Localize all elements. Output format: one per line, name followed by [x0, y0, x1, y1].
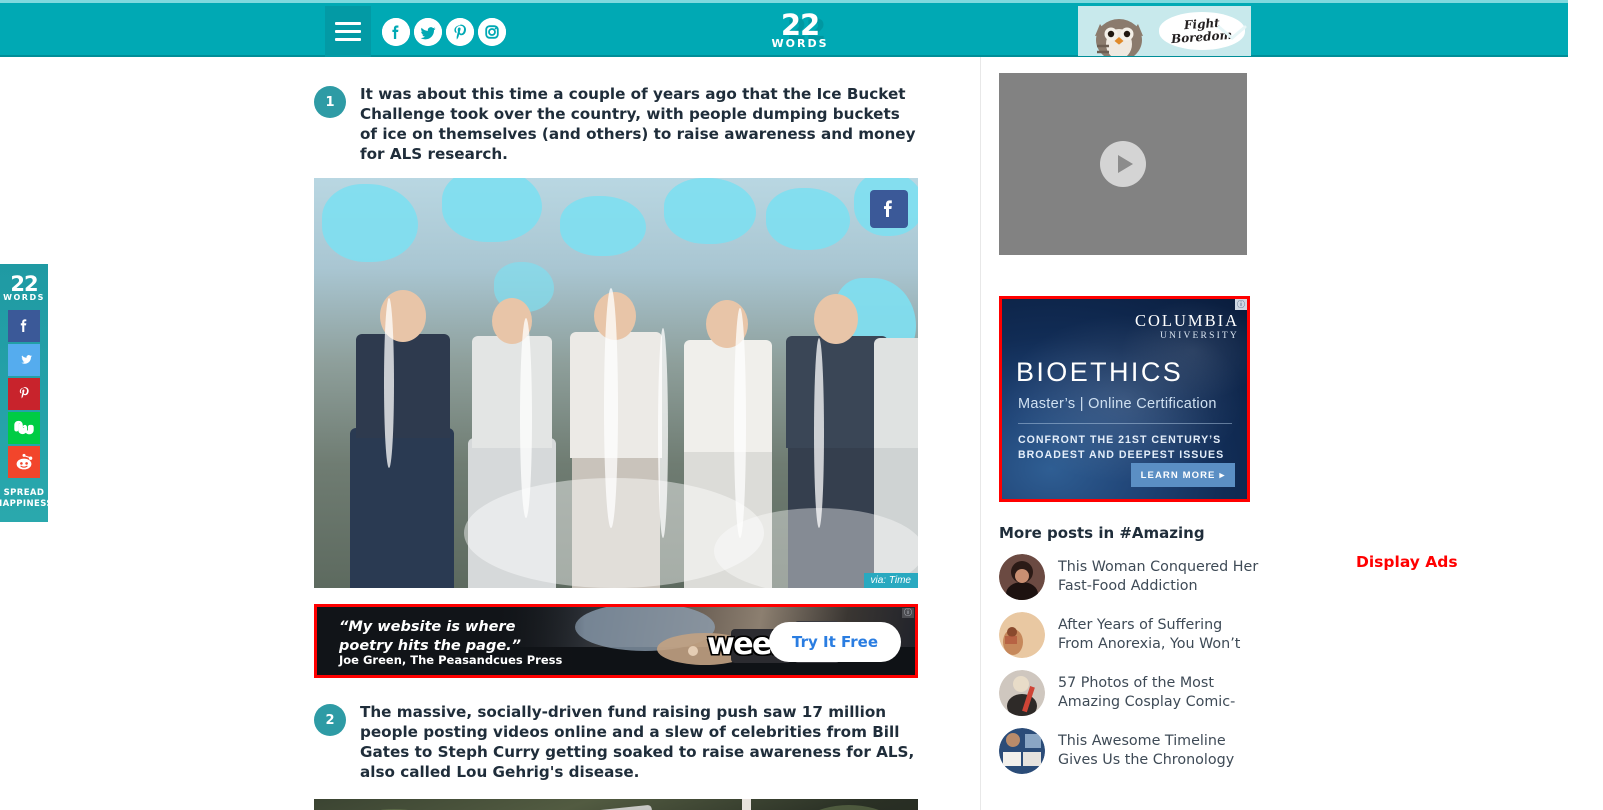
weebly-ad-quote: “My website is where poetry hits the pag…	[339, 619, 522, 654]
post-title: This Awesome Timeline Gives Us the Chron…	[1058, 732, 1235, 768]
rail-logo-word: WORDS	[3, 293, 45, 303]
adchoices-icon[interactable]: ⓘ	[902, 608, 914, 618]
post-title: This Woman Conquered Her Fast-Food Addic…	[1058, 558, 1259, 594]
ice-splash-shape	[322, 184, 418, 263]
page-gutter	[1568, 0, 1603, 810]
article-photo-ice-bucket: via: Time	[314, 178, 918, 589]
article-entry: 2 The massive, socially-driven fund rais…	[314, 690, 918, 782]
site-logo-word: WORDS	[771, 36, 829, 50]
pole-prop	[742, 798, 751, 810]
floating-share-rail: 22 WORDS SPREAD HAPPINESS	[0, 264, 52, 522]
play-icon[interactable]	[1100, 141, 1146, 187]
site-header: 22 WORDS Fight Boredom	[0, 0, 1568, 57]
columbia-ad-subtitle: Master’s | Online Certification	[1018, 396, 1217, 412]
share-reddit-icon[interactable]	[8, 446, 40, 478]
twitter-icon[interactable]	[414, 18, 442, 46]
facebook-icon[interactable]	[382, 18, 410, 46]
columbia-brand-line2: UNIVERSITY	[1160, 331, 1239, 341]
entry-number-badge: 1	[314, 86, 346, 118]
facebook-share-icon[interactable]	[870, 190, 908, 229]
crowd-person	[344, 278, 462, 589]
post-thumbnail	[999, 612, 1045, 658]
columbia-display-ad[interactable]: COLUMBIA UNIVERSITY BIOETHICS Master’s |…	[1002, 299, 1247, 499]
columbia-ad-body-line2: BROADEST AND DEEPEST ISSUES	[1018, 449, 1225, 462]
hamburger-bar	[335, 22, 361, 25]
site-logo-number: 22	[780, 8, 820, 43]
divider	[1018, 423, 1232, 424]
post-thumbnail	[999, 554, 1045, 600]
share-pinterest-icon[interactable]	[8, 378, 40, 410]
weebly-try-it-free-button[interactable]: Try It Free	[769, 622, 901, 663]
chevron-down-icon[interactable]	[1215, 21, 1249, 43]
share-facebook-icon[interactable]	[8, 310, 40, 342]
post-title: 57 Photos of the Most Amazing Cosplay Co…	[1058, 674, 1236, 710]
weebly-display-ad[interactable]: “My website is where poetry hits the pag…	[317, 607, 915, 676]
sidebar-video-player[interactable]	[999, 73, 1247, 255]
share-rail-tagline: SPREAD HAPPINESS	[0, 488, 53, 509]
ice-splash-shape	[766, 188, 850, 251]
article-photo-bucket-pour	[314, 798, 918, 810]
share-stumbleupon-icon[interactable]	[8, 412, 40, 444]
entry-text: The massive, socially-driven fund raisin…	[360, 703, 915, 782]
columbia-display-ad-highlight: COLUMBIA UNIVERSITY BIOETHICS Master’s |…	[999, 296, 1250, 502]
instagram-icon[interactable]	[478, 18, 506, 46]
columbia-brand: COLUMBIA UNIVERSITY	[1135, 311, 1239, 341]
annotation-label: Display Ads	[1356, 553, 1458, 571]
list-item[interactable]: After Years of Suffering From Anorexia, …	[999, 612, 1261, 658]
header-social-links	[382, 18, 506, 46]
article-column: 1 It was about this time a couple of yea…	[314, 72, 918, 810]
owl-mascot-icon	[1095, 19, 1143, 56]
columbia-cta-label: LEARN MORE	[1140, 469, 1216, 481]
hamburger-bar	[335, 30, 361, 33]
columbia-learn-more-button[interactable]: LEARN MORE ▸	[1131, 463, 1235, 487]
adchoices-icon[interactable]: ⓘ	[1235, 299, 1247, 310]
rail-logo-number: 22	[10, 271, 38, 296]
post-thumbnail	[999, 728, 1045, 774]
hamburger-menu-icon[interactable]	[325, 6, 371, 57]
page-root: 22 WORDS Fight Boredom 22 WORDS SPREAD H…	[0, 0, 1603, 810]
article-entry: 1 It was about this time a couple of yea…	[314, 72, 918, 164]
play-triangle	[1117, 155, 1133, 173]
chevron-right-icon: ▸	[1219, 469, 1226, 481]
entry-text: It was about this time a couple of years…	[360, 85, 916, 164]
columbia-ad-body-line1: CONFRONT THE 21ST CENTURY’S	[1018, 434, 1222, 446]
pinterest-icon[interactable]	[446, 18, 474, 46]
list-item[interactable]: This Woman Conquered Her Fast-Food Addic…	[999, 554, 1261, 600]
weebly-ad-attribution: Joe Green, The Peasandcues Press	[339, 653, 563, 668]
entry-number-badge: 2	[314, 704, 346, 737]
more-posts-heading: More posts in #Amazing	[999, 524, 1205, 542]
rail-logo[interactable]: 22 WORDS	[0, 264, 48, 308]
post-title: After Years of Suffering From Anorexia, …	[1058, 616, 1241, 652]
share-twitter-icon[interactable]	[8, 344, 40, 376]
weebly-display-ad-highlight: “My website is where poetry hits the pag…	[314, 604, 918, 679]
columbia-ad-title: BIOETHICS	[1016, 357, 1184, 387]
list-item[interactable]: 57 Photos of the Most Amazing Cosplay Co…	[999, 670, 1261, 716]
list-item[interactable]: This Awesome Timeline Gives Us the Chron…	[999, 728, 1261, 774]
hamburger-bar	[335, 38, 361, 41]
columbia-ad-body: CONFRONT THE 21ST CENTURY’S BROADEST AND…	[1018, 433, 1224, 464]
photo-credit: via: Time	[863, 573, 918, 589]
post-thumbnail	[999, 670, 1045, 716]
tagline-line1: SPREAD	[3, 488, 45, 498]
site-logo[interactable]: 22 WORDS	[740, 3, 860, 60]
tagline-line2: HAPPINESS	[0, 498, 53, 509]
bucket-prop	[565, 804, 659, 810]
right-sidebar: COLUMBIA UNIVERSITY BIOETHICS Master’s |…	[980, 57, 1280, 810]
columbia-brand-line1: COLUMBIA	[1134, 311, 1239, 330]
ice-splash-shape	[664, 178, 756, 245]
